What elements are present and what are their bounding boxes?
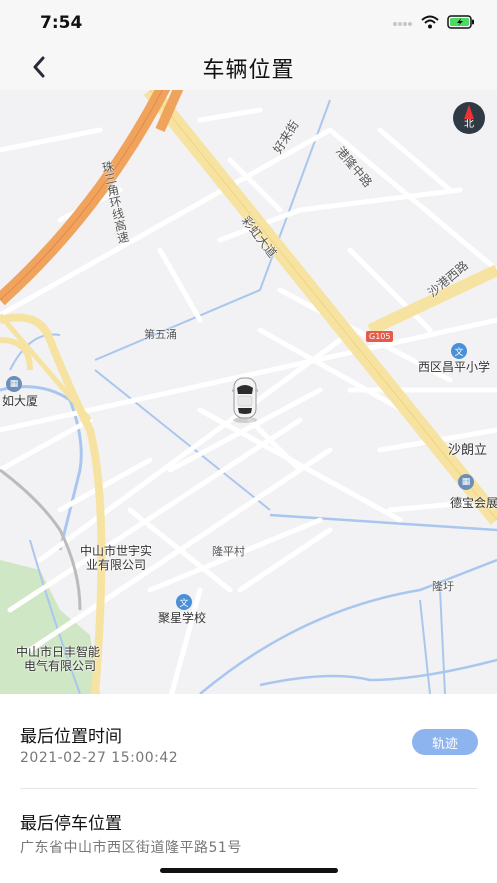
map-label-ru-building: 如大厦 <box>2 394 39 408</box>
map-label-rifeng-line1: 中山市日丰智能 <box>16 645 101 659</box>
divider <box>20 788 477 789</box>
status-bar: 7:54 <box>0 0 497 44</box>
map-label-rifeng-line2: 电气有限公司 <box>24 659 97 673</box>
last-parking-location-value: 广东省中山市西区街道隆平路51号 <box>20 840 242 856</box>
compass-needle-icon <box>464 105 474 119</box>
map-label-debao: 德宝会展 <box>450 496 497 510</box>
map-label-changping-school: 西区昌平小学 <box>418 360 491 374</box>
highway-shield-g105: G105 <box>366 331 394 342</box>
map-label-shiyu-line1: 中山市世宇实 <box>80 544 153 558</box>
school-icon: 文 <box>176 594 192 610</box>
signal-icon <box>393 14 413 33</box>
last-parking-location-label: 最后停车位置 <box>20 814 122 834</box>
last-position-time-label: 最后位置时间 <box>20 727 122 747</box>
map-label-juxing-school: 聚星学校 <box>158 611 207 625</box>
compass-button[interactable]: 北 <box>453 102 485 134</box>
map-label-shalang: 沙朗立 <box>448 443 488 458</box>
info-panel: 最后位置时间 2021-02-27 15:00:42 轨迹 最后停车位置 广东省… <box>0 694 497 883</box>
navigation-bar: 车辆位置 <box>0 44 497 90</box>
map-label-longping-village: 隆平村 <box>212 545 245 558</box>
page-title: 车辆位置 <box>202 58 295 83</box>
building-icon: ▦ <box>6 376 22 392</box>
building-icon: ▦ <box>458 474 474 490</box>
wifi-icon <box>421 14 439 33</box>
car-marker-icon[interactable] <box>230 376 260 424</box>
battery-icon <box>447 14 475 33</box>
status-time: 7:54 <box>40 13 83 33</box>
home-indicator <box>160 868 338 873</box>
last-position-time-value: 2021-02-27 15:00:42 <box>20 750 179 766</box>
track-button[interactable]: 轨迹 <box>412 729 478 755</box>
map-view[interactable]: 珠三角环线高速 好来街 港隆中路 彩虹大道 沙港西路 第五涌 G105 文 西区… <box>0 90 497 694</box>
status-indicators <box>393 14 475 33</box>
map-label-shiyu-line2: 业有限公司 <box>86 558 147 572</box>
map-label-longyu: 隆圩 <box>432 580 454 593</box>
map-label-diwuyong: 第五涌 <box>144 328 177 341</box>
school-icon: 文 <box>451 343 467 359</box>
